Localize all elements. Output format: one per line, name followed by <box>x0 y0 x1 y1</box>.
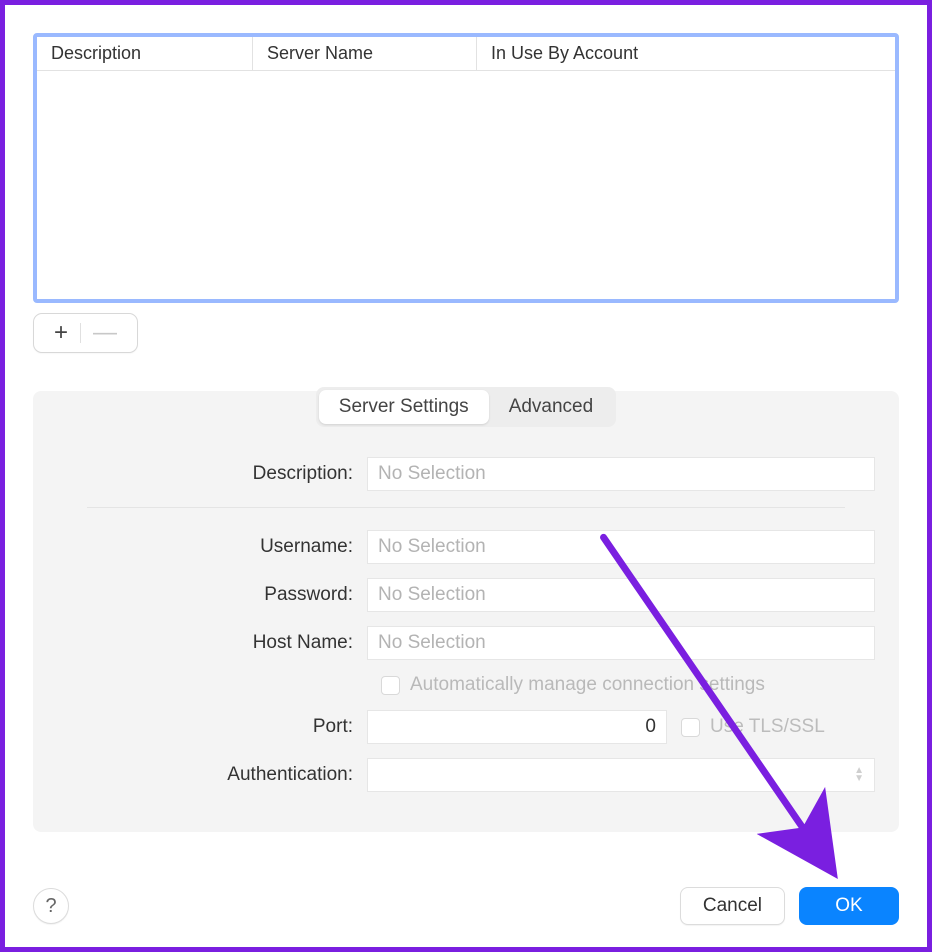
username-field[interactable] <box>367 530 875 564</box>
tab-advanced[interactable]: Advanced <box>489 390 614 424</box>
auto-manage-row: Automatically manage connection settings <box>381 674 875 696</box>
remove-server-button: — <box>87 321 123 345</box>
username-label: Username: <box>57 536 367 558</box>
chevron-up-down-icon: ▲▼ <box>854 767 864 783</box>
password-field[interactable] <box>367 578 875 612</box>
server-list-body[interactable] <box>37 71 895 299</box>
settings-panel: Server Settings Advanced Description: Us… <box>33 391 899 832</box>
ok-button[interactable]: OK <box>799 887 899 925</box>
add-server-button[interactable]: + <box>48 321 74 345</box>
tab-server-settings[interactable]: Server Settings <box>319 390 489 424</box>
tab-bar: Server Settings Advanced <box>33 387 899 427</box>
tls-label: Use TLS/SSL <box>710 716 825 738</box>
hostname-label: Host Name: <box>57 632 367 654</box>
port-label: Port: <box>57 716 367 738</box>
column-header-in-use[interactable]: In Use By Account <box>477 37 895 70</box>
authentication-label: Authentication: <box>57 764 367 786</box>
description-label: Description: <box>57 463 367 485</box>
column-header-server-name[interactable]: Server Name <box>253 37 477 70</box>
description-field[interactable] <box>367 457 875 491</box>
cancel-button[interactable]: Cancel <box>680 887 785 925</box>
column-header-description[interactable]: Description <box>37 37 253 70</box>
port-field[interactable] <box>367 710 667 744</box>
server-list-table[interactable]: Description Server Name In Use By Accoun… <box>33 33 899 303</box>
password-label: Password: <box>57 584 367 606</box>
add-remove-control: + — <box>33 313 138 353</box>
form-divider <box>87 507 845 508</box>
help-button[interactable]: ? <box>33 888 69 924</box>
dialog-footer: ? Cancel OK <box>33 887 899 925</box>
window-frame: Description Server Name In Use By Accoun… <box>0 0 932 952</box>
auto-manage-checkbox <box>381 676 400 695</box>
server-list-header: Description Server Name In Use By Accoun… <box>37 37 895 71</box>
add-remove-separator <box>80 323 81 343</box>
hostname-field[interactable] <box>367 626 875 660</box>
auto-manage-label: Automatically manage connection settings <box>410 674 765 696</box>
authentication-select[interactable]: ▲▼ <box>367 758 875 792</box>
tab-segment: Server Settings Advanced <box>316 387 616 427</box>
server-settings-form: Description: Username: Password: Host Na… <box>33 431 899 792</box>
tls-checkbox <box>681 718 700 737</box>
